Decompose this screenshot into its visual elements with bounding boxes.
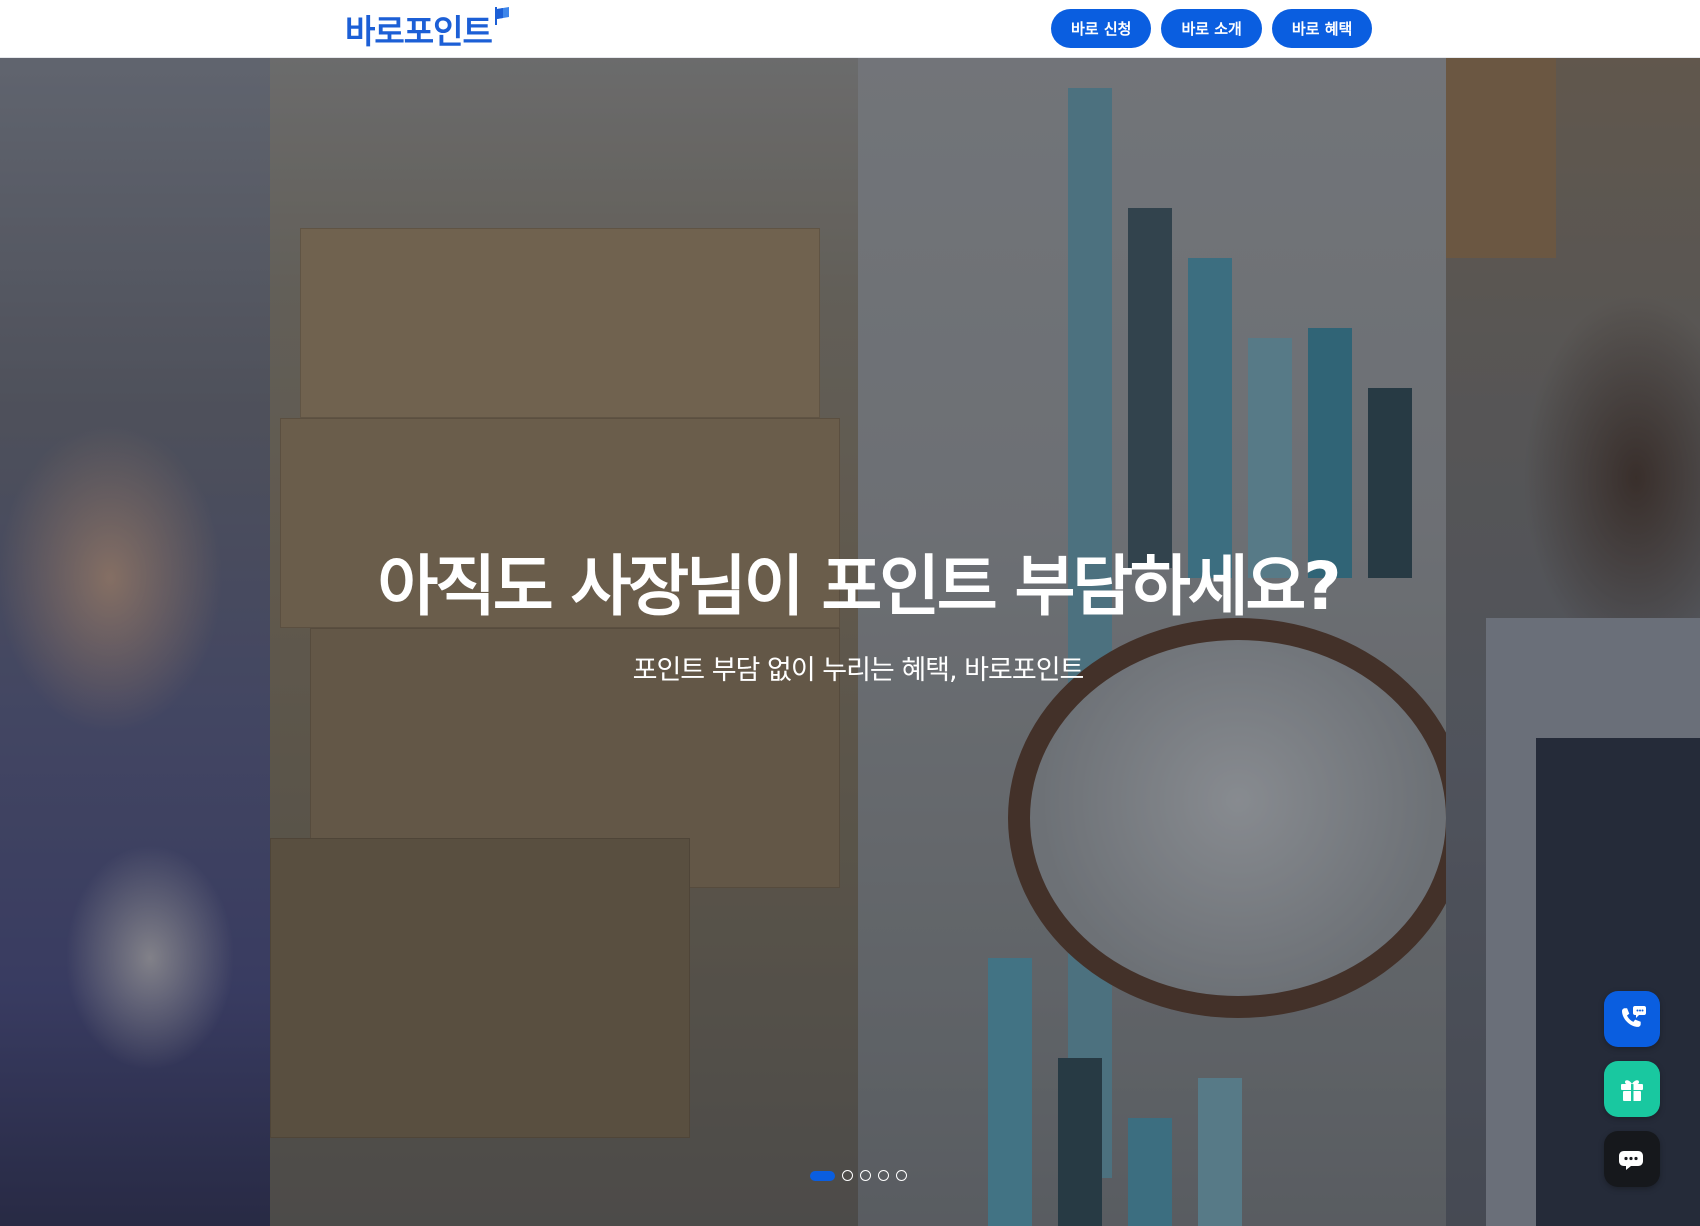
logo[interactable]: 바로포인트 [345, 6, 509, 52]
hero-subtitle: 포인트 부담 없이 누리는 혜택, 바로포인트 [632, 655, 1085, 686]
slide-dot-5[interactable] [896, 1170, 907, 1181]
gift-event-button[interactable] [1604, 1061, 1660, 1117]
logo-text: 바로포인트 [345, 12, 493, 51]
slider-pagination [810, 1170, 907, 1181]
chat-consult-button[interactable] [1604, 1131, 1660, 1187]
nav-about-button[interactable]: 바로 소개 [1161, 9, 1262, 48]
slide-dot-4[interactable] [878, 1170, 889, 1181]
phone-chat-icon [1622, 1006, 1646, 1027]
gift-icon [1621, 1080, 1643, 1101]
nav-benefits-button[interactable]: 바로 혜택 [1271, 9, 1373, 48]
phone-consult-button[interactable] [1604, 991, 1660, 1047]
slide-dot-2[interactable] [842, 1170, 853, 1181]
slide-dot-1[interactable] [810, 1170, 835, 1181]
nav-apply-button[interactable]: 바로 신청 [1051, 9, 1152, 48]
top-nav: 바로 신청 바로 소개 바로 혜택 [1051, 9, 1373, 48]
slide-dot-3[interactable] [860, 1170, 871, 1181]
site-header: 바로포인트 바로 신청 바로 소개 바로 혜택 [0, 0, 1700, 58]
hero-dark-overlay [0, 58, 1700, 1226]
logo-flag-icon [494, 7, 509, 25]
hero-slider: 아직도 사장님이 포인트 부담하세요? 포인트 부담 없이 누리는 혜택, 바로… [0, 58, 1700, 1226]
chat-bubbles-icon [1619, 1151, 1643, 1170]
hero-title: 아직도 사장님이 포인트 부담하세요? [377, 548, 1341, 625]
